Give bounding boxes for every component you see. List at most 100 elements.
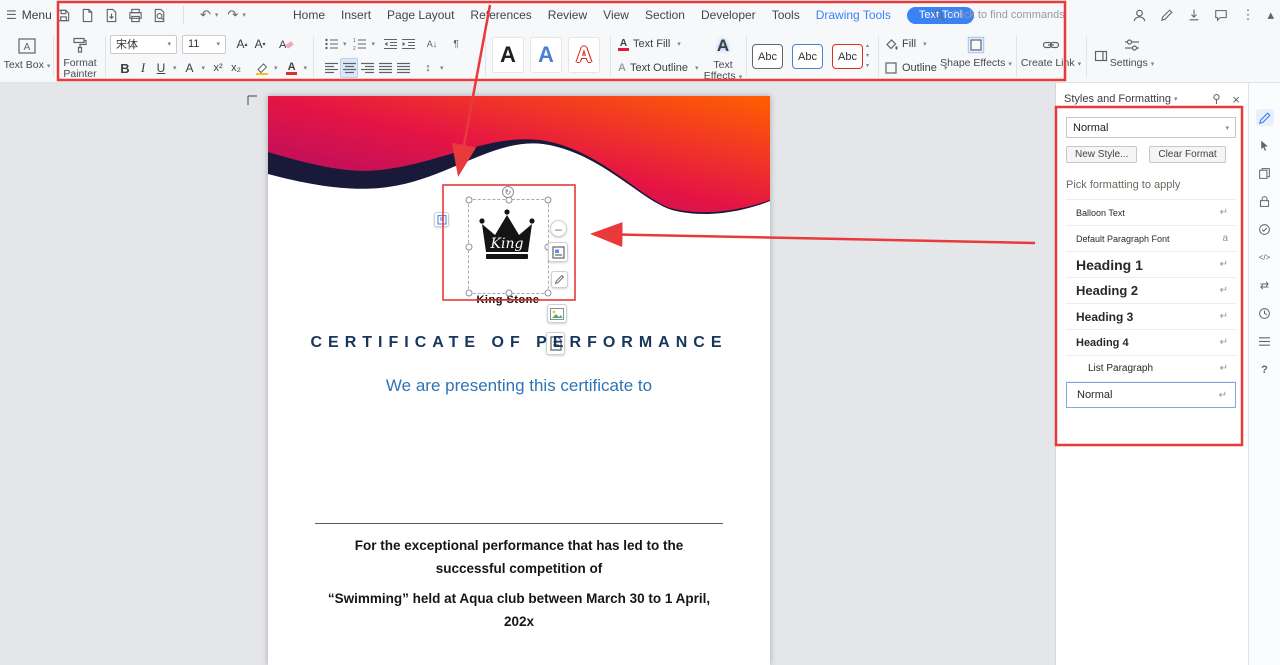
character-shading-button[interactable]: A [181, 58, 199, 78]
wordart-style-blue[interactable]: A [530, 37, 562, 73]
shape-effects-button[interactable]: Shape Effects▾ [938, 30, 1014, 83]
tab-tools[interactable]: Tools [772, 8, 800, 22]
new-document-icon[interactable] [80, 8, 95, 23]
underline-button[interactable]: U [152, 58, 170, 78]
style-item-normal[interactable]: Normal ↵ [1066, 382, 1236, 408]
shape-style-red[interactable]: Abc [832, 44, 863, 69]
main-menu-button[interactable]: ☰ Menu [6, 0, 52, 30]
bullet-list-button[interactable] [322, 34, 340, 54]
edit-wrap-points-button[interactable] [551, 271, 568, 288]
collapse-ribbon-icon[interactable]: ▴ [1267, 7, 1274, 23]
font-size-select[interactable]: 11▾ [182, 35, 226, 54]
resize-handle-s[interactable] [505, 290, 512, 297]
bullet-dropdown-icon[interactable]: ▾ [343, 40, 347, 48]
approve-icon[interactable] [1256, 221, 1274, 238]
style-item-list-paragraph[interactable]: List Paragraph ↵ [1066, 356, 1236, 382]
tab-section[interactable]: Section [645, 8, 685, 22]
increase-indent-button[interactable] [399, 34, 417, 54]
image-selection-box[interactable] [468, 199, 549, 294]
certificate-paragraph-1[interactable]: For the exceptional performance that has… [292, 534, 746, 580]
print-preview-icon[interactable] [152, 8, 167, 23]
undo-button[interactable]: ↶▾ [200, 7, 218, 23]
resize-handle-nw[interactable] [466, 197, 473, 204]
show-marks-button[interactable]: ¶ [447, 34, 465, 54]
shading-dropdown-icon[interactable]: ▾ [202, 64, 206, 72]
document-page[interactable]: King King Stone ↻ [268, 96, 770, 665]
current-style-select[interactable]: Normal ▾ [1066, 117, 1236, 138]
tab-home[interactable]: Home [293, 8, 325, 22]
text-outline-button[interactable]: A Text Outline ▾ [618, 62, 699, 74]
distribute-button[interactable] [394, 58, 412, 78]
subscript-button[interactable]: x₂ [227, 58, 245, 78]
highlight-dropdown-icon[interactable]: ▾ [274, 64, 278, 72]
undo-dropdown-icon[interactable]: ▾ [215, 11, 219, 19]
picture-tool-button[interactable] [547, 304, 567, 323]
download-icon[interactable] [1187, 8, 1201, 22]
document-area[interactable]: King King Stone ↻ [0, 83, 1055, 665]
more-options-icon[interactable]: ⋮ [1241, 7, 1254, 23]
style-item-balloon-text[interactable]: Balloon Text ↵ [1066, 200, 1236, 226]
paste-options-icon[interactable] [434, 212, 449, 227]
line-spacing-button[interactable]: ↕ [419, 58, 437, 78]
certificate-title[interactable]: CERTIFICATE OF PERFORMANCE [268, 334, 770, 352]
rotate-handle[interactable]: ↻ [502, 186, 514, 198]
tab-insert[interactable]: Insert [341, 8, 371, 22]
copy-icon[interactable] [1256, 165, 1274, 182]
tab-drawing-tools[interactable]: Drawing Tools [816, 8, 891, 22]
help-icon[interactable]: ? [1256, 361, 1274, 378]
layout-options-button[interactable] [548, 242, 568, 262]
font-color-button[interactable]: A [283, 58, 301, 78]
resize-handle-w[interactable] [466, 243, 473, 250]
highlight-color-button[interactable] [253, 58, 271, 78]
certificate-paragraph-2[interactable]: “Swimming” held at Aqua club between Mar… [292, 587, 746, 633]
style-item-heading-1[interactable]: Heading 1 ↵ [1066, 252, 1236, 278]
align-center-button[interactable] [340, 58, 358, 78]
decrease-indent-button[interactable] [381, 34, 399, 54]
align-left-button[interactable] [322, 58, 340, 78]
create-link-button[interactable]: Create Link▾ [1020, 30, 1082, 83]
tab-view[interactable]: View [603, 8, 629, 22]
tab-developer[interactable]: Developer [701, 8, 756, 22]
history-icon[interactable] [1256, 305, 1274, 322]
numbering-dropdown-icon[interactable]: ▾ [372, 40, 376, 48]
line-spacing-dropdown-icon[interactable]: ▾ [440, 64, 444, 72]
clear-format-button[interactable]: A [277, 34, 295, 54]
comment-icon[interactable] [1214, 8, 1228, 22]
bold-button[interactable]: B [116, 58, 134, 78]
redo-button[interactable]: ↷▾ [227, 7, 245, 23]
share-icon[interactable]: ⇄ [1256, 277, 1274, 294]
sort-button[interactable]: A↓ [423, 34, 441, 54]
command-search[interactable]: Click to find commands [933, 0, 1065, 30]
style-item-heading-3[interactable]: Heading 3 ↵ [1066, 304, 1236, 330]
text-box-button[interactable]: A Text Box▾ [2, 30, 52, 83]
wordart-style-black[interactable]: A [492, 37, 524, 73]
pen-tool-icon[interactable] [1256, 109, 1274, 126]
shape-styles-more-button[interactable]: ▴▾▾ [866, 42, 869, 69]
resize-handle-ne[interactable] [545, 197, 552, 204]
text-effects-button[interactable]: A Text Effects▾ [702, 30, 744, 83]
increase-font-button[interactable]: A▴ [233, 34, 251, 54]
text-fill-button[interactable]: A Text Fill ▾ [618, 38, 681, 51]
tab-review[interactable]: Review [548, 8, 587, 22]
export-pdf-icon[interactable] [104, 8, 119, 23]
style-item-heading-2[interactable]: Heading 2 ↵ [1066, 278, 1236, 304]
select-cursor-icon[interactable] [1256, 137, 1274, 154]
settings-button[interactable]: Settings▾ [1106, 30, 1158, 83]
clear-format-button[interactable]: Clear Format [1149, 146, 1225, 163]
shape-style-black[interactable]: Abc [752, 44, 783, 69]
justify-button[interactable] [376, 58, 394, 78]
collapse-button[interactable]: – [550, 220, 567, 237]
outline-list-icon[interactable] [1256, 333, 1274, 350]
resize-handle-sw[interactable] [466, 290, 473, 297]
italic-button[interactable]: I [134, 58, 152, 78]
numbered-list-button[interactable]: 12 [351, 34, 369, 54]
edit-mode-icon[interactable] [1160, 8, 1174, 22]
decrease-font-button[interactable]: A▾ [251, 34, 269, 54]
tab-references[interactable]: References [470, 8, 531, 22]
shape-style-blue[interactable]: Abc [792, 44, 823, 69]
code-icon[interactable]: </> [1256, 249, 1274, 266]
close-panel-icon[interactable]: × [1232, 92, 1240, 107]
certificate-subtitle[interactable]: We are presenting this certificate to [268, 376, 770, 396]
style-item-heading-4[interactable]: Heading 4 ↵ [1066, 330, 1236, 356]
underline-dropdown-icon[interactable]: ▾ [173, 64, 177, 72]
